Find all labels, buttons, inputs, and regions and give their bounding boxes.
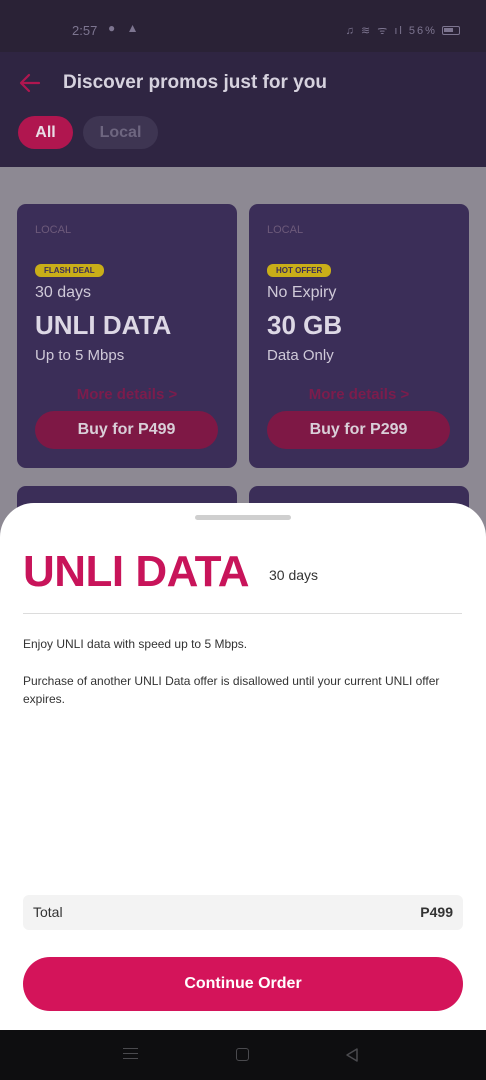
sheet-restriction-note: Purchase of another UNLI Data offer is d… [23, 674, 440, 706]
promo-badge: HOT OFFER [267, 264, 332, 277]
sheet-description: Enjoy UNLI data with speed up to 5 Mbps. [23, 637, 248, 651]
promo-detail-sheet: UNLI DATA 30 days Enjoy UNLI data with s… [0, 503, 486, 1030]
page-title: Discover promos just for you [63, 72, 327, 93]
signal-info: ♫ ≋ ᯤ ıl 56% [345, 25, 437, 37]
total-value: P499 [420, 904, 453, 920]
promo-period: 30 days [35, 284, 92, 301]
battery-icon [442, 26, 460, 35]
total-label: Total [33, 904, 63, 920]
promo-period: No Expiry [267, 284, 337, 301]
status-bar: 2:57 ● ▲ ♫ ≋ ᯤ ıl 56% [0, 0, 486, 52]
promo-card-30gb[interactable]: LOCAL HOT OFFER No Expiry 30 GB Data Onl… [249, 204, 469, 468]
promo-name: UNLI DATA [35, 310, 172, 340]
filter-chip-all[interactable]: All [18, 116, 73, 149]
more-details-link[interactable]: More details > [249, 386, 469, 403]
back-triangle-icon[interactable] [344, 1047, 360, 1063]
promo-tag: LOCAL [267, 224, 304, 236]
system-nav-bar [0, 1030, 486, 1080]
buy-button[interactable]: Buy for P499 [35, 411, 218, 449]
status-indicators: ♫ ≋ ᯤ ıl 56% [346, 23, 460, 38]
promo-tag: LOCAL [35, 224, 72, 236]
page-header: Discover promos just for you All Local [0, 52, 486, 167]
sheet-duration: 30 days [269, 567, 319, 583]
promo-badge: FLASH DEAL [35, 264, 104, 277]
home-icon[interactable] [236, 1048, 249, 1061]
filter-chip-local[interactable]: Local [83, 116, 158, 149]
arrow-left-icon[interactable] [17, 70, 43, 96]
more-details-link[interactable]: More details > [17, 386, 237, 403]
sheet-title: UNLI DATA [23, 547, 250, 596]
notification-icons: ● ▲ [108, 21, 143, 35]
menu-icon[interactable] [123, 1048, 138, 1059]
sheet-drag-handle[interactable] [195, 515, 291, 520]
buy-button[interactable]: Buy for P299 [267, 411, 450, 449]
promo-subtitle: Up to 5 Mbps [35, 347, 125, 364]
continue-order-button[interactable]: Continue Order [23, 957, 463, 1011]
divider [23, 613, 462, 614]
promo-name: 30 GB [267, 310, 343, 340]
status-time: 2:57 [72, 23, 98, 38]
promo-card-unli-data[interactable]: LOCAL FLASH DEAL 30 days UNLI DATA Up to… [17, 204, 237, 468]
promo-subtitle: Data Only [267, 347, 334, 364]
total-row: Total P499 [23, 895, 463, 930]
